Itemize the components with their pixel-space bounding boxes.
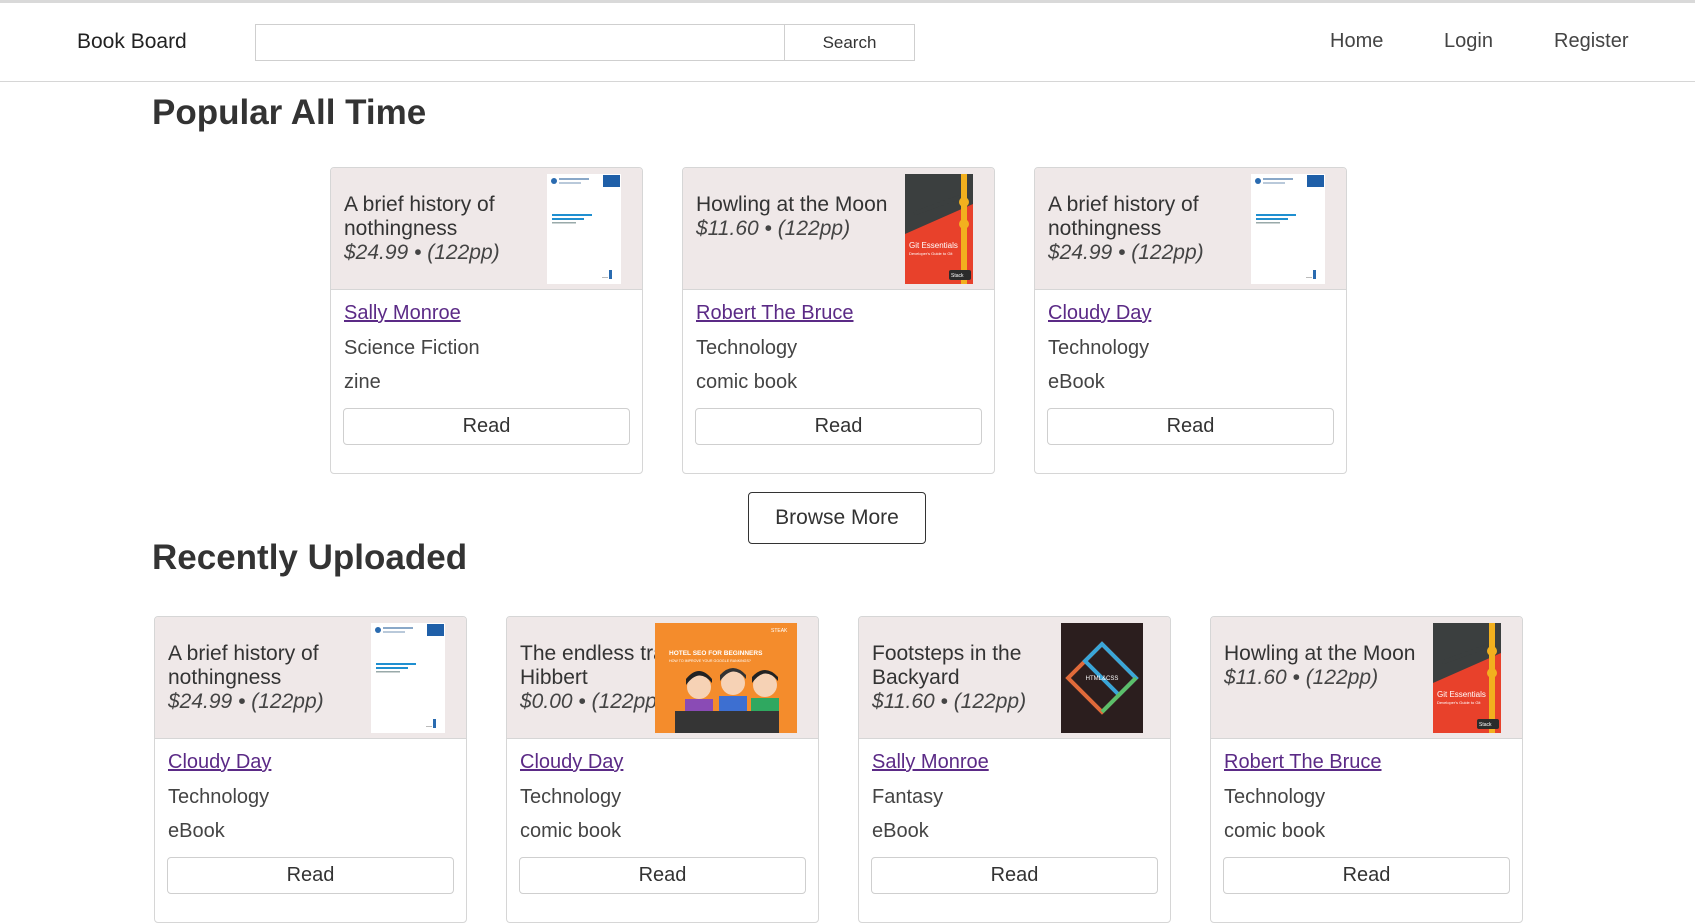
book-format: comic book — [520, 820, 622, 842]
nav-login-link[interactable]: Login — [1444, 30, 1493, 53]
book-card: A brief history of nothingness $24.99 • … — [330, 167, 643, 474]
svg-text:Stack: Stack — [1479, 722, 1492, 728]
book-card: A brief history of nothingness $24.99 • … — [154, 616, 467, 923]
book-price-pages: $0.00 • (122pp) — [520, 690, 664, 713]
book-price-pages: $11.60 • (122pp) — [872, 690, 1027, 713]
book-title-text: Howling at the Moon — [1224, 642, 1416, 665]
browse-more-button[interactable]: Browse More — [748, 492, 926, 544]
book-format: eBook — [1048, 371, 1105, 393]
book-card-header: A brief history of nothingness $24.99 • … — [331, 168, 642, 290]
book-title: Footsteps in the Backyard $11.60 • (122p… — [872, 642, 1077, 714]
document-cover — [371, 623, 445, 733]
read-button[interactable]: Read — [695, 408, 982, 445]
read-button[interactable]: Read — [871, 857, 1158, 894]
book-title: A brief history of nothingness $24.99 • … — [168, 642, 373, 714]
book-card-header: A brief history of nothingness $24.99 • … — [155, 617, 466, 739]
author-link[interactable]: Cloudy Day — [1048, 302, 1151, 325]
book-price-pages: $11.60 • (122pp) — [696, 217, 851, 240]
navbar: Book Board Search Home Login Register — [0, 3, 1695, 82]
book-genre: Technology — [1224, 786, 1326, 808]
book-card-header: Footsteps in the Backyard $11.60 • (122p… — [859, 617, 1170, 739]
book-genre: Technology — [696, 337, 798, 359]
git-essentials-cover: Git Essentials Developer's Guide to Git … — [905, 174, 973, 284]
search-button[interactable]: Search — [784, 24, 915, 61]
book-format: comic book — [1224, 820, 1326, 842]
book-price-pages: $24.99 • (122pp) — [168, 690, 324, 713]
book-title: A brief history of nothingness $24.99 • … — [344, 193, 549, 265]
svg-text:Developer's Guide to Git: Developer's Guide to Git — [1437, 700, 1481, 705]
book-title-text: A brief history of nothingness — [168, 642, 319, 689]
svg-text:Git Essentials: Git Essentials — [909, 241, 958, 250]
svg-text:Stack: Stack — [951, 273, 964, 279]
svg-text:Git Essentials: Git Essentials — [1437, 690, 1486, 699]
book-card: The endless trails of Hibbert $0.00 • (1… — [506, 616, 819, 923]
svg-text:HOW TO IMPROVE YOUR GOOGLE RAN: HOW TO IMPROVE YOUR GOOGLE RANKINGS? — [669, 659, 751, 663]
book-card-header: Howling at the Moon $11.60 • (122pp) Git… — [683, 168, 994, 290]
book-title: A brief history of nothingness $24.99 • … — [1048, 193, 1253, 265]
read-button[interactable]: Read — [1047, 408, 1334, 445]
book-card: A brief history of nothingness $24.99 • … — [1034, 167, 1347, 474]
nav-home-link[interactable]: Home — [1330, 30, 1383, 53]
recent-section-title: Recently Uploaded — [152, 538, 468, 577]
book-price-pages: $24.99 • (122pp) — [344, 241, 500, 264]
read-button[interactable]: Read — [167, 857, 454, 894]
book-title-text: Howling at the Moon — [696, 193, 888, 216]
read-button[interactable]: Read — [1223, 857, 1510, 894]
book-genre: Technology — [520, 786, 622, 808]
book-card: Howling at the Moon $11.60 • (122pp) Git… — [682, 167, 995, 474]
author-link[interactable]: Cloudy Day — [520, 751, 623, 774]
book-title: Howling at the Moon $11.60 • (122pp) — [696, 193, 901, 241]
book-card: Footsteps in the Backyard $11.60 • (122p… — [858, 616, 1171, 923]
book-format: eBook — [872, 820, 929, 842]
book-format: eBook — [168, 820, 225, 842]
book-price-pages: $11.60 • (122pp) — [1224, 666, 1379, 689]
book-genre: Technology — [1048, 337, 1150, 359]
read-button[interactable]: Read — [519, 857, 806, 894]
popular-section-title: Popular All Time — [152, 93, 427, 132]
author-link[interactable]: Robert The Bruce — [696, 302, 854, 325]
book-format: comic book — [696, 371, 798, 393]
book-title-text: A brief history of nothingness — [1048, 193, 1199, 240]
document-cover — [547, 174, 621, 284]
book-genre: Fantasy — [872, 786, 944, 808]
author-link[interactable]: Cloudy Day — [168, 751, 271, 774]
svg-text:HOTEL SEO FOR BEGINNERS: HOTEL SEO FOR BEGINNERS — [669, 650, 763, 657]
git-essentials-cover: Git Essentials Developer's Guide to Git … — [1433, 623, 1501, 733]
author-link[interactable]: Sally Monroe — [872, 751, 989, 774]
book-card-header: The endless trails of Hibbert $0.00 • (1… — [507, 617, 818, 739]
svg-text:STEAK: STEAK — [771, 628, 788, 634]
book-card-header: A brief history of nothingness $24.99 • … — [1035, 168, 1346, 290]
hotel-seo-cover: STEAK HOTEL SEO FOR BEGINNERS HOW TO IMP… — [655, 623, 797, 733]
document-cover — [1251, 174, 1325, 284]
nav-register-link[interactable]: Register — [1554, 30, 1628, 53]
book-title-text: Footsteps in the Backyard — [872, 642, 1022, 689]
book-card-header: Howling at the Moon $11.60 • (122pp) Git… — [1211, 617, 1522, 739]
svg-text:Developer's Guide to Git: Developer's Guide to Git — [909, 251, 953, 256]
author-link[interactable]: Robert The Bruce — [1224, 751, 1382, 774]
read-button[interactable]: Read — [343, 408, 630, 445]
book-price-pages: $24.99 • (122pp) — [1048, 241, 1204, 264]
book-genre: Science Fiction — [344, 337, 480, 359]
author-link[interactable]: Sally Monroe — [344, 302, 461, 325]
search-input[interactable] — [255, 24, 784, 61]
brand-link[interactable]: Book Board — [77, 30, 187, 54]
book-title-text: A brief history of nothingness — [344, 193, 495, 240]
book-card: Howling at the Moon $11.60 • (122pp) Git… — [1210, 616, 1523, 923]
book-genre: Technology — [168, 786, 270, 808]
svg-text:HTML&CSS: HTML&CSS — [1086, 676, 1119, 682]
book-title: Howling at the Moon $11.60 • (122pp) — [1224, 642, 1429, 690]
book-format: zine — [344, 371, 381, 393]
html-css-cover: HTML&CSS — [1061, 623, 1143, 733]
